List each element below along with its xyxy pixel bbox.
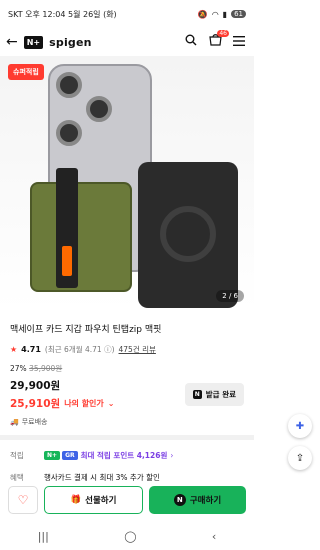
back-icon[interactable]: ‹ bbox=[212, 530, 216, 543]
purchase-bar: ♡ 🎁 선물하기 N 구매하기 bbox=[0, 482, 254, 518]
green-pouch-illustration bbox=[30, 182, 132, 292]
status-bar: SKT 오후 12:04 5월 26일 (화) 🔕 ◠ ▮ 61 bbox=[0, 0, 254, 28]
product-info: 맥세이프 카드 지갑 파우치 틴탭zip 맥핏 ★ 4.71 (최근 6개월 4… bbox=[0, 310, 254, 427]
brand-logo[interactable]: spigen bbox=[49, 36, 92, 49]
product-title: 맥세이프 카드 지갑 파우치 틴탭zip 맥핏 bbox=[10, 325, 162, 335]
rating-note[interactable]: (최근 6개월 4.71 ⓘ) bbox=[45, 344, 115, 355]
camera-lens bbox=[86, 96, 112, 122]
price-block: 27% 35,900원 29,900원 25,910원 나의 할인가 ⌄ N 발… bbox=[10, 363, 244, 411]
section-divider bbox=[0, 435, 254, 440]
original-price: 35,900원 bbox=[29, 364, 63, 373]
orange-tag bbox=[62, 246, 72, 276]
camera-lens bbox=[56, 72, 82, 98]
magsafe-ring bbox=[160, 206, 216, 262]
benefit-key: 혜택 bbox=[10, 472, 24, 482]
chevron-down-icon: ⌄ bbox=[107, 399, 115, 408]
product-image-carousel[interactable]: 슈퍼적립 2 / 6 bbox=[0, 56, 254, 310]
app-header: ← N+ spigen 46 bbox=[0, 28, 254, 56]
points-key: 적립 bbox=[10, 450, 24, 460]
my-discount-label: 나의 할인가 bbox=[64, 399, 104, 408]
share-icon[interactable]: ⇪ bbox=[288, 446, 312, 470]
coupon-icon: N bbox=[192, 390, 202, 399]
reviews-link[interactable]: 475건 리뷰 bbox=[119, 344, 156, 355]
benefit-text: 행사카드 결제 시 최대 3% 추가 할인 bbox=[44, 472, 160, 482]
nplus-pill: N+ bbox=[44, 450, 61, 460]
shipping-info: 🚚 무료배송 bbox=[10, 418, 48, 426]
back-arrow-icon[interactable]: ← bbox=[6, 34, 18, 50]
coupon-label: 발급 완료 bbox=[205, 390, 236, 399]
truck-icon: 🚚 bbox=[10, 418, 19, 426]
star-icon: ★ bbox=[10, 345, 18, 354]
signal-icon: ▮ bbox=[222, 9, 228, 19]
npay-icon: N bbox=[173, 494, 186, 506]
rating-row: ★ 4.71 (최근 6개월 4.71 ⓘ) 475건 리뷰 bbox=[10, 344, 244, 355]
search-icon[interactable] bbox=[182, 34, 200, 50]
card-pill: GR bbox=[62, 450, 78, 460]
floating-action-icon[interactable]: ✚ bbox=[288, 414, 312, 438]
home-icon[interactable]: ◯ bbox=[124, 530, 136, 543]
points-row[interactable]: 적립 N+ GR 최대 적립 포인트 4,126원 › bbox=[0, 444, 254, 466]
mute-icon: 🔕 bbox=[197, 9, 208, 19]
discount-percent: 27% bbox=[10, 364, 27, 373]
system-nav-bar: ||| ◯ ‹ bbox=[0, 522, 254, 550]
status-time: SKT 오후 12:04 5월 26일 (화) bbox=[8, 9, 117, 19]
cart-count-badge: 46 bbox=[217, 30, 229, 37]
buy-button[interactable]: N 구매하기 bbox=[149, 486, 246, 514]
coupon-button[interactable]: N 발급 완료 bbox=[184, 383, 244, 406]
wishlist-heart-icon[interactable]: ♡ bbox=[8, 486, 38, 514]
image-counter: 2 / 6 bbox=[216, 290, 244, 302]
camera-lens bbox=[56, 120, 82, 146]
battery-indicator: 61 bbox=[231, 10, 246, 18]
gift-icon: 🎁 bbox=[70, 495, 82, 505]
recent-apps-icon[interactable]: ||| bbox=[38, 530, 49, 543]
gift-button[interactable]: 🎁 선물하기 bbox=[44, 486, 143, 514]
nplus-logo[interactable]: N+ bbox=[23, 35, 44, 49]
wifi-icon: ◠ bbox=[211, 9, 219, 19]
my-discount-price: 25,910원 bbox=[10, 398, 61, 410]
cart-icon[interactable]: 46 bbox=[206, 30, 229, 50]
chevron-right-icon: › bbox=[170, 450, 174, 460]
points-text: 최대 적립 포인트 4,126원 bbox=[80, 450, 168, 460]
super-points-badge: 슈퍼적립 bbox=[8, 64, 44, 80]
rating-score: 4.71 bbox=[21, 345, 41, 354]
menu-icon[interactable] bbox=[230, 35, 248, 50]
